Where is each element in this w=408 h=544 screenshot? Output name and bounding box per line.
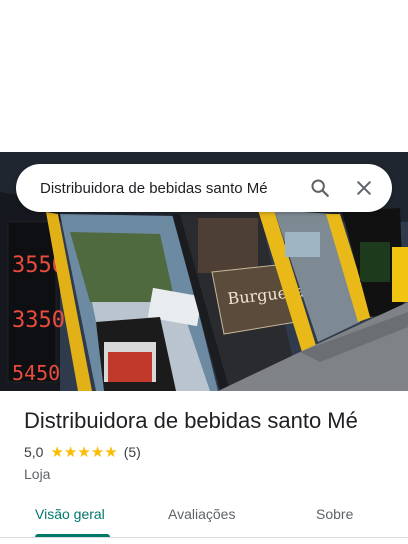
close-icon	[357, 181, 371, 195]
search-bar	[16, 164, 392, 212]
star-icon: ★	[77, 443, 91, 461]
star-icon: ★	[90, 443, 105, 461]
tab-about[interactable]: Sobre	[316, 494, 353, 534]
svg-text:5450: 5450	[12, 361, 60, 385]
search-button[interactable]	[300, 168, 340, 208]
place-title: Distribuidora de bebidas santo Mé	[24, 408, 358, 433]
tab-reviews[interactable]: Avaliações	[168, 494, 235, 534]
rating-row[interactable]: 5,0 ★ ★ ★ ★ ★ (5)	[24, 444, 141, 460]
tabs-divider	[0, 537, 408, 538]
tab-overview[interactable]: Visão geral	[35, 494, 105, 534]
place-category[interactable]: Loja	[24, 466, 50, 482]
close-button[interactable]	[344, 168, 384, 208]
star-icon: ★	[104, 443, 118, 461]
svg-text:3350: 3350	[12, 308, 65, 333]
place-tabs: Visão geral Avaliações Sobre	[0, 494, 408, 534]
search-input[interactable]	[40, 179, 300, 197]
review-count[interactable]: (5)	[124, 444, 141, 460]
blank-header-area	[0, 0, 408, 152]
search-icon	[311, 179, 329, 197]
rating-stars: ★ ★ ★ ★ ★	[50, 445, 117, 460]
rating-value: 5,0	[24, 444, 44, 460]
star-icon: ★	[63, 443, 78, 461]
star-icon: ★	[50, 443, 64, 461]
